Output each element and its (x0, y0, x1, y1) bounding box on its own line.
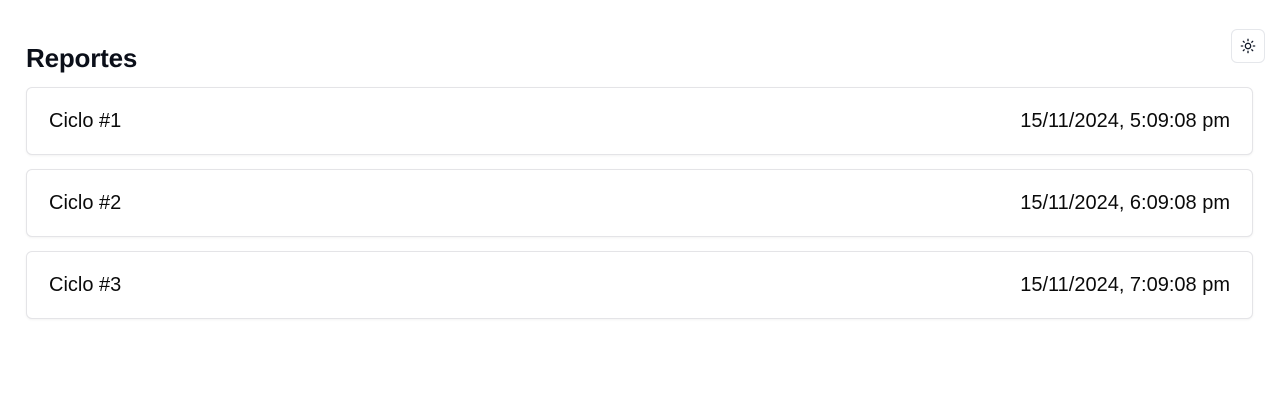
report-list: Ciclo #1 15/11/2024, 5:09:08 pm Ciclo #2… (26, 87, 1253, 319)
report-date: 15/11/2024, 5:09:08 pm (1020, 109, 1230, 132)
report-item[interactable]: Ciclo #3 15/11/2024, 7:09:08 pm (26, 251, 1253, 319)
page-title: Reportes (26, 43, 138, 73)
theme-toggle-button[interactable] (1231, 29, 1265, 63)
report-name: Ciclo #2 (49, 191, 122, 214)
report-date: 15/11/2024, 7:09:08 pm (1020, 273, 1230, 296)
report-name: Ciclo #1 (49, 109, 122, 132)
report-name: Ciclo #3 (49, 273, 122, 296)
sun-icon (1240, 38, 1256, 54)
report-item[interactable]: Ciclo #1 15/11/2024, 5:09:08 pm (26, 87, 1253, 155)
report-date: 15/11/2024, 6:09:08 pm (1020, 191, 1230, 214)
report-item[interactable]: Ciclo #2 15/11/2024, 6:09:08 pm (26, 169, 1253, 237)
